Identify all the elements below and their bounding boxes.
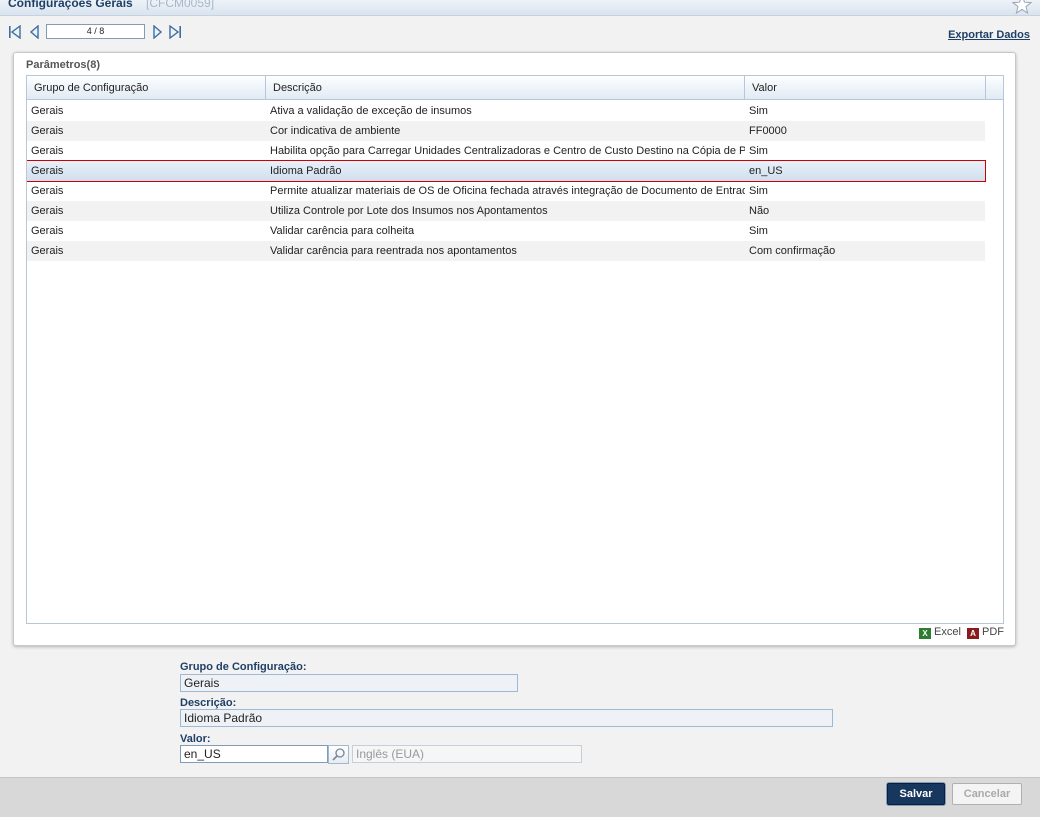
- column-header-valor[interactable]: Valor: [745, 76, 986, 100]
- cell-descricao: Validar carência para colheita: [270, 225, 415, 237]
- window-titlebar: Configurações Gerais [CFCM0059]: [0, 0, 1040, 16]
- table-row[interactable]: Gerais Cor indicativa de ambiente FF0000: [27, 121, 985, 141]
- table-row[interactable]: Gerais Habilita opção para Carregar Unid…: [27, 141, 985, 161]
- export-pdf-label: PDF: [982, 626, 1004, 638]
- column-header-descricao[interactable]: Descrição: [266, 76, 745, 100]
- cell-valor: en_US: [749, 165, 783, 177]
- descricao-field-label: Descrição:: [180, 697, 237, 709]
- cell-descricao: Idioma Padrão: [270, 165, 342, 177]
- star-icon[interactable]: [1011, 0, 1033, 15]
- footer-bar: [0, 777, 1040, 817]
- first-page-icon[interactable]: [8, 24, 22, 40]
- cell-descricao: Cor indicativa de ambiente: [270, 125, 401, 137]
- cell-valor: Não: [749, 205, 770, 217]
- parameters-grid: Grupo de Configuração Descrição Valor Ge…: [26, 75, 1004, 624]
- cell-descricao: Validar carência para reentrada nos apon…: [270, 245, 517, 257]
- cell-grupo: Gerais: [31, 165, 64, 177]
- table-row[interactable]: Gerais Ativa a validação de exceção de i…: [27, 101, 985, 121]
- cancel-button[interactable]: Cancelar: [952, 783, 1022, 805]
- window-code: [CFCM0059]: [146, 0, 215, 10]
- cell-grupo: Gerais: [31, 125, 64, 137]
- excel-icon: X: [919, 628, 931, 639]
- save-button[interactable]: Salvar: [887, 783, 945, 805]
- valor-field[interactable]: en_US: [180, 745, 328, 763]
- cell-valor: Sim: [749, 185, 768, 197]
- cell-valor: Sim: [749, 225, 768, 237]
- cell-valor: Sim: [749, 105, 768, 117]
- cell-grupo: Gerais: [31, 245, 64, 257]
- cell-grupo: Gerais: [31, 105, 64, 117]
- panel-title: Parâmetros(8): [26, 59, 100, 71]
- valor-field-label: Valor:: [180, 733, 211, 745]
- column-header-grupo[interactable]: Grupo de Configuração: [27, 76, 266, 100]
- cell-valor: Sim: [749, 145, 768, 157]
- grupo-field-label: Grupo de Configuração:: [180, 661, 307, 673]
- cell-grupo: Gerais: [31, 145, 64, 157]
- cell-valor: Com confirmação: [749, 245, 836, 257]
- cell-descricao: Habilita opção para Carregar Unidades Ce…: [270, 145, 745, 157]
- cell-descricao: Ativa a validação de exceção de insumos: [270, 105, 472, 117]
- window-title: Configurações Gerais: [8, 0, 133, 10]
- export-excel-label: Excel: [934, 626, 961, 638]
- table-row-selected[interactable]: Gerais Idioma Padrão en_US: [27, 160, 986, 182]
- table-row[interactable]: Gerais Permite atualizar materiais de OS…: [27, 181, 985, 201]
- pdf-icon: A: [967, 628, 979, 639]
- last-page-icon[interactable]: [168, 24, 182, 40]
- descricao-field[interactable]: Idioma Padrão: [180, 709, 833, 727]
- export-pdf-button[interactable]: A PDF: [967, 626, 1004, 639]
- table-row[interactable]: Gerais Validar carência para reentrada n…: [27, 241, 985, 261]
- cell-valor: FF0000: [749, 125, 787, 137]
- cell-grupo: Gerais: [31, 185, 64, 197]
- page-indicator-input[interactable]: 4 / 8: [46, 24, 145, 39]
- table-row[interactable]: Gerais Utiliza Controle por Lote dos Ins…: [27, 201, 985, 221]
- grid-header: Grupo de Configuração Descrição Valor: [27, 76, 1003, 100]
- cell-grupo: Gerais: [31, 205, 64, 217]
- next-page-icon[interactable]: [150, 24, 164, 40]
- valor-description-field: Inglês (EUA): [352, 745, 582, 763]
- export-excel-button[interactable]: X Excel: [919, 626, 961, 639]
- search-icon[interactable]: [328, 745, 349, 764]
- prev-page-icon[interactable]: [28, 24, 42, 40]
- cell-descricao: Permite atualizar materiais de OS de Ofi…: [270, 185, 745, 197]
- table-row[interactable]: Gerais Validar carência para colheita Si…: [27, 221, 985, 241]
- cell-grupo: Gerais: [31, 225, 64, 237]
- cell-descricao: Utiliza Controle por Lote dos Insumos no…: [270, 205, 548, 217]
- export-data-link[interactable]: Exportar Dados: [948, 29, 1030, 41]
- grupo-field[interactable]: Gerais: [180, 674, 518, 692]
